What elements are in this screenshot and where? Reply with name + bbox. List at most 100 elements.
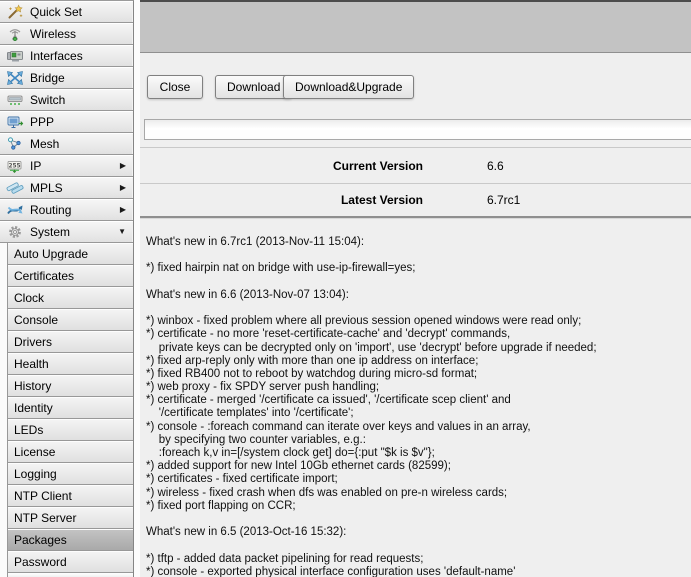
sidebar-item-switch[interactable]: Switch xyxy=(0,89,133,111)
chevron-down-icon: ▼ xyxy=(118,228,126,236)
changelog-line: *) console - :foreach command can iterat… xyxy=(146,421,691,434)
sidebar-item-label: MPLS xyxy=(30,181,63,195)
sidebar-item-logging[interactable]: Logging xyxy=(8,463,133,485)
sidebar-item-leds[interactable]: LEDs xyxy=(8,419,133,441)
changelog-text: What's new in 6.7rc1 (2013-Nov-11 15:04)… xyxy=(146,236,691,577)
sidebar-item-label: System xyxy=(30,225,70,239)
sidebar-item-drivers[interactable]: Drivers xyxy=(8,331,133,353)
changelog-line xyxy=(146,276,691,289)
download-button[interactable]: Download xyxy=(215,75,292,99)
sidebar-item-label: Identity xyxy=(14,401,53,415)
latest-version-label: Latest Version xyxy=(140,193,423,207)
ppp-computer-icon xyxy=(5,114,25,130)
sidebar-item-label: Certificates xyxy=(14,269,74,283)
sidebar-item-ppp[interactable]: PPP xyxy=(0,111,133,133)
sidebar-item-mpls[interactable]: MPLS ▶ xyxy=(0,177,133,199)
sidebar-item-history[interactable]: History xyxy=(8,375,133,397)
sidebar-item-mesh[interactable]: Mesh xyxy=(0,133,133,155)
changelog-line xyxy=(146,249,691,262)
changelog-line: What's new in 6.5 (2013-Oct-16 15:32): xyxy=(146,526,691,539)
changelog-line: by specifying two counter variables, e.g… xyxy=(146,434,691,447)
mesh-nodes-icon xyxy=(5,136,25,152)
sidebar-item-partial xyxy=(8,573,133,577)
changelog-line: *) certificate - merged '/certificate ca… xyxy=(146,394,691,407)
sidebar-item-label: NTP Client xyxy=(14,489,72,503)
sidebar-item-password[interactable]: Password xyxy=(8,551,133,573)
window-titlebar xyxy=(140,0,691,53)
sidebar-item-label: Clock xyxy=(14,291,44,305)
changelog-line: *) added support for new Intel 10Gb ethe… xyxy=(146,460,691,473)
sidebar-item-certificates[interactable]: Certificates xyxy=(8,265,133,287)
sidebar-item-label: Password xyxy=(14,555,67,569)
sidebar-item-auto-upgrade[interactable]: Auto Upgrade xyxy=(8,243,133,265)
sidebar-item-label: Packages xyxy=(14,533,67,547)
sidebar-item-wireless[interactable]: Wireless xyxy=(0,23,133,45)
sidebar-item-label: IP xyxy=(30,159,41,173)
changelog-line: *) fixed hairpin nat on bridge with use-… xyxy=(146,262,691,275)
antenna-icon xyxy=(5,26,25,42)
sidebar-item-label: Wireless xyxy=(30,27,76,41)
chevron-right-icon: ▶ xyxy=(120,184,126,192)
changelog-line: '/certificate templates' into '/certific… xyxy=(146,407,691,420)
package-update-window: Close Download Download&Upgrade Current … xyxy=(140,0,691,577)
close-button[interactable]: Close xyxy=(147,75,203,99)
changelog-line xyxy=(146,302,691,315)
sidebar-item-packages[interactable]: Packages xyxy=(8,529,133,551)
sidebar-item-label: Quick Set xyxy=(30,5,82,19)
routing-arrows-icon xyxy=(5,202,25,218)
sidebar-item-label: NTP Server xyxy=(14,511,76,525)
sidebar-item-interfaces[interactable]: Interfaces xyxy=(0,45,133,67)
current-version-label: Current Version xyxy=(140,159,423,173)
current-version-value: 6.6 xyxy=(487,159,504,173)
changelog-line: :foreach k,v in=[/system clock get] do={… xyxy=(146,447,691,460)
sidebar-item-health[interactable]: Health xyxy=(8,353,133,375)
latest-version-value: 6.7rc1 xyxy=(487,193,520,207)
changelog-line: *) certificates - fixed certificate impo… xyxy=(146,473,691,486)
sidebar-item-identity[interactable]: Identity xyxy=(8,397,133,419)
sidebar-item-label: Console xyxy=(14,313,58,327)
changelog-line: What's new in 6.6 (2013-Nov-07 13:04): xyxy=(146,289,691,302)
sidebar-item-quick-set[interactable]: Quick Set xyxy=(0,1,133,23)
separator-thick xyxy=(140,216,691,219)
sidebar-item-label: History xyxy=(14,379,51,393)
changelog-line: *) tftp - added data packet pipelining f… xyxy=(146,553,691,566)
sidebar-item-ntp-server[interactable]: NTP Server xyxy=(8,507,133,529)
sidebar-item-label: Bridge xyxy=(30,71,65,85)
sidebar-system-submenu: Auto Upgrade Certificates Clock Console Driv… xyxy=(7,243,133,577)
sidebar-item-routing[interactable]: Routing▶ xyxy=(0,199,133,221)
sidebar-item-label: Switch xyxy=(30,93,65,107)
changelog-line xyxy=(146,513,691,526)
changelog-line: What's new in 6.7rc1 (2013-Nov-11 15:04)… xyxy=(146,236,691,249)
sidebar-item-bridge[interactable]: Bridge xyxy=(0,67,133,89)
sidebar-item-license[interactable]: License xyxy=(8,441,133,463)
changelog-line: *) winbox - fixed problem where all prev… xyxy=(146,315,691,328)
sidebar-item-clock[interactable]: Clock xyxy=(8,287,133,309)
sidebar-item-label: Health xyxy=(14,357,49,371)
sidebar-item-label: Drivers xyxy=(14,335,52,349)
changelog-line: *) console - exported physical interface… xyxy=(146,566,691,577)
chevron-right-icon: ▶ xyxy=(120,162,126,170)
chevron-right-icon: ▶ xyxy=(120,206,126,214)
sidebar-item-system[interactable]: System ▼ xyxy=(0,221,133,243)
download-upgrade-button[interactable]: Download&Upgrade xyxy=(283,75,414,99)
sidebar-item-ip[interactable]: 255 IP ▶ xyxy=(0,155,133,177)
winbox-app: Quick Set Wireless Interfaces Bridge Switch P… xyxy=(0,0,691,577)
changelog-line: *) certificate - no more 'reset-certific… xyxy=(146,328,691,341)
changelog-line: *) fixed RB400 not to reboot by watchdog… xyxy=(146,368,691,381)
sidebar-top-items: Quick Set Wireless Interfaces Bridge Switch P… xyxy=(0,1,133,243)
system-gear-icon xyxy=(5,224,25,240)
sidebar-item-console[interactable]: Console xyxy=(8,309,133,331)
changelog-line: *) fixed arp-reply only with more than o… xyxy=(146,355,691,368)
current-version-row: Current Version 6.6 xyxy=(140,148,691,183)
interface-card-icon xyxy=(5,48,25,64)
changelog-line: *) fixed port flapping on CCR; xyxy=(146,500,691,513)
sidebar-item-label: LEDs xyxy=(14,423,43,437)
sidebar-item-label: Logging xyxy=(14,467,57,481)
changelog-line: *) web proxy - fix SPDY server push hand… xyxy=(146,381,691,394)
mpls-tags-icon xyxy=(5,180,25,196)
wand-icon xyxy=(5,4,25,20)
sidebar-menu: Quick Set Wireless Interfaces Bridge Switch P… xyxy=(0,0,134,577)
svg-text:255: 255 xyxy=(8,163,20,169)
sidebar-item-ntp-client[interactable]: NTP Client xyxy=(8,485,133,507)
ip-255-icon: 255 xyxy=(5,158,25,174)
